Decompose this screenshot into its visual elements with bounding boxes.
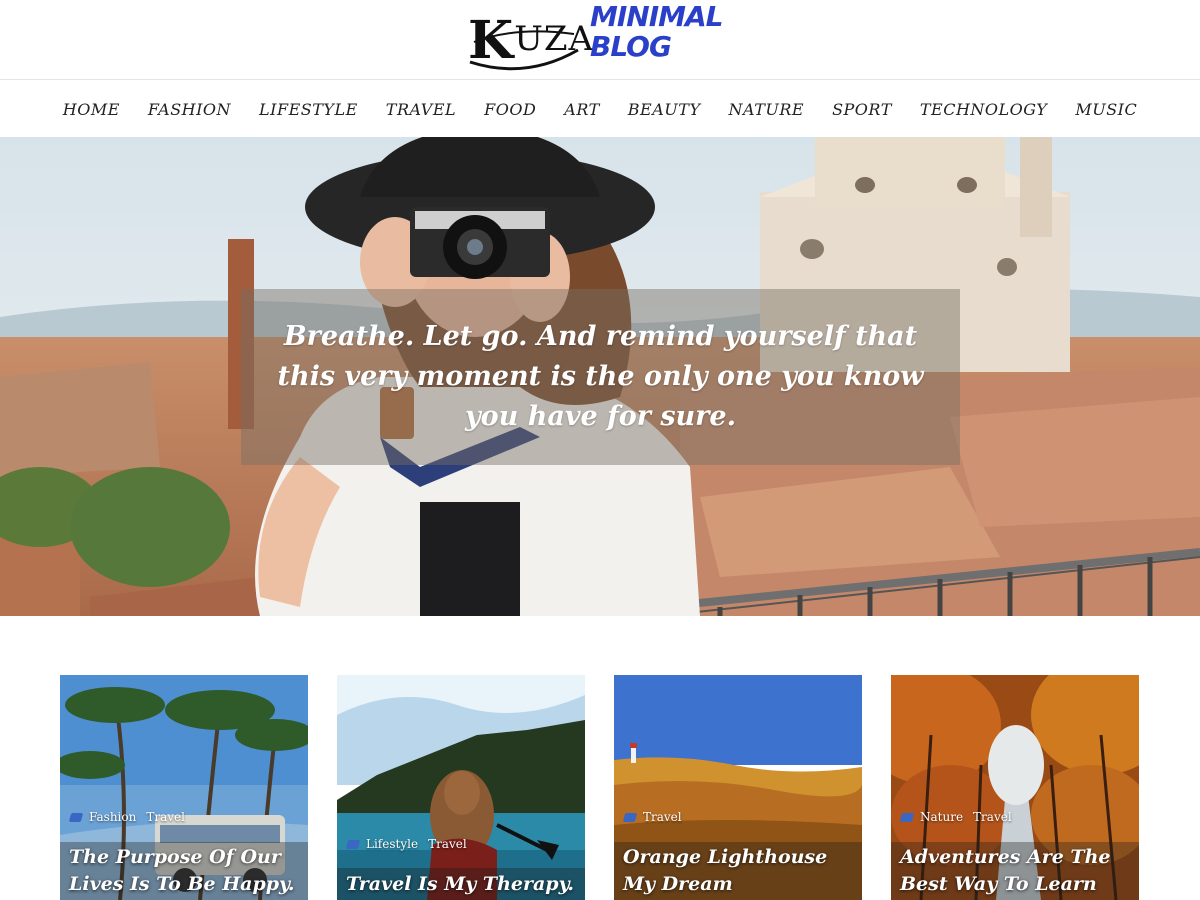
post-card-2-tag-2[interactable]: Travel bbox=[428, 837, 467, 851]
nav-item-food[interactable]: FOOD bbox=[484, 100, 536, 119]
logo-tagline: MINIMAL BLOG bbox=[590, 0, 724, 63]
post-card-2-tag-1[interactable]: Lifestyle bbox=[366, 837, 418, 851]
logo-tagline-line1: MINIMAL bbox=[590, 0, 724, 33]
post-card-3-tag-1[interactable]: Travel bbox=[643, 810, 682, 824]
post-card-2[interactable]: Lifestyle Travel Travel Is My Therapy. bbox=[337, 675, 585, 900]
post-card-4-tag-2[interactable]: Travel bbox=[973, 810, 1012, 824]
tag-icon bbox=[622, 812, 638, 822]
post-card-2-image bbox=[337, 675, 585, 900]
post-card-1-tag-1[interactable]: Fashion bbox=[89, 810, 136, 824]
post-card-4-tag-1[interactable]: Nature bbox=[920, 810, 963, 824]
post-card-4-tags: Nature Travel bbox=[899, 810, 1018, 824]
post-card-3-title[interactable]: Orange Lighthouse My Dream bbox=[623, 844, 858, 898]
tag-icon bbox=[899, 812, 915, 822]
featured-posts: Fashion Travel The Purpose Of Our Lives … bbox=[60, 675, 1140, 900]
post-card-1-title[interactable]: The Purpose Of Our Lives Is To Be Happy. bbox=[69, 844, 304, 898]
site-header: KUZA MINIMAL BLOG bbox=[0, 0, 1200, 80]
site-logo[interactable]: KUZA MINIMAL BLOG bbox=[466, 2, 724, 74]
tag-icon bbox=[345, 839, 361, 849]
nav-item-art[interactable]: ART bbox=[564, 100, 600, 119]
nav-item-nature[interactable]: NATURE bbox=[729, 100, 805, 119]
post-card-4-title[interactable]: Adventures Are The Best Way To Learn bbox=[900, 844, 1135, 898]
tag-icon bbox=[68, 812, 84, 822]
nav-item-music[interactable]: MUSIC bbox=[1075, 100, 1137, 119]
hero-quote: Breathe. Let go. And remind yourself tha… bbox=[277, 321, 924, 432]
logo-tagline-line2: BLOG bbox=[590, 30, 672, 63]
nav-item-lifestyle[interactable]: LIFESTYLE bbox=[259, 100, 358, 119]
nav-item-technology[interactable]: TECHNOLOGY bbox=[920, 100, 1047, 119]
post-card-2-tags: Lifestyle Travel bbox=[345, 837, 473, 851]
nav-item-travel[interactable]: TRAVEL bbox=[386, 100, 456, 119]
main-nav: HOME FASHION LIFESTYLE TRAVEL FOOD ART B… bbox=[0, 81, 1200, 137]
post-card-1-tags: Fashion Travel bbox=[68, 810, 191, 824]
hero-banner[interactable]: Breathe. Let go. And remind yourself tha… bbox=[0, 137, 1200, 616]
post-card-2-title[interactable]: Travel Is My Therapy. bbox=[346, 871, 581, 898]
post-card-3[interactable]: Travel Orange Lighthouse My Dream bbox=[614, 675, 862, 900]
post-card-1[interactable]: Fashion Travel The Purpose Of Our Lives … bbox=[60, 675, 308, 900]
post-card-4[interactable]: Nature Travel Adventures Are The Best Wa… bbox=[891, 675, 1139, 900]
post-card-1-tag-2[interactable]: Travel bbox=[146, 810, 185, 824]
nav-item-sport[interactable]: SPORT bbox=[832, 100, 892, 119]
nav-item-beauty[interactable]: BEAUTY bbox=[628, 100, 701, 119]
nav-item-fashion[interactable]: FASHION bbox=[148, 100, 231, 119]
hero-quote-box: Breathe. Let go. And remind yourself tha… bbox=[241, 289, 960, 465]
post-card-3-tags: Travel bbox=[622, 810, 688, 824]
nav-item-home[interactable]: HOME bbox=[63, 100, 120, 119]
logo-wordmark: KUZA bbox=[468, 10, 595, 71]
